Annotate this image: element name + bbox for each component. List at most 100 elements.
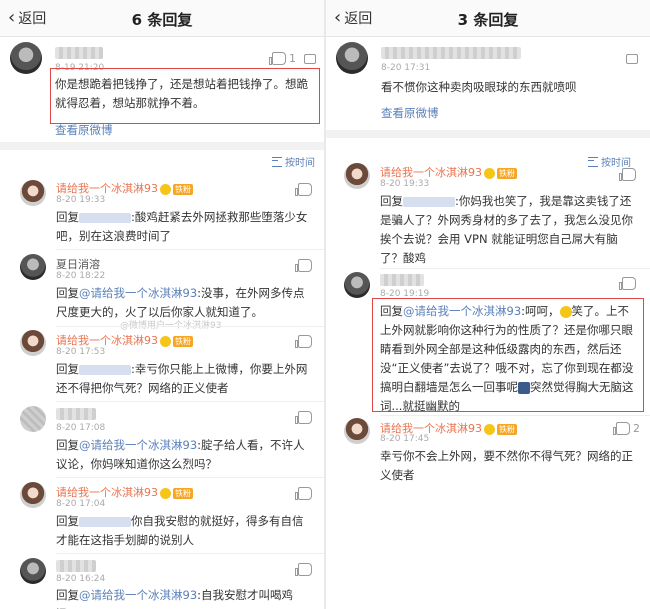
divider <box>56 249 324 250</box>
reply-icon[interactable] <box>626 54 638 64</box>
reply-text: 回复@请给我一个冰淇淋93:没事，在外网多传点尺度更大的，火了以后你家人就知道了… <box>56 284 314 322</box>
reply-text: 回复:酸鸡赶紧去外网拯救那些堕落少女吧，别在这浪费时间了 <box>56 208 314 246</box>
avatar[interactable] <box>20 180 46 206</box>
like-button[interactable] <box>295 335 312 348</box>
thumb-up-icon <box>295 259 312 272</box>
sort-icon <box>588 156 598 167</box>
reply-time: 8-20 17:08 <box>56 423 106 433</box>
avatar[interactable] <box>20 406 46 432</box>
reply-icon[interactable] <box>304 54 316 64</box>
reply-time: 8-20 17:45 <box>380 434 430 444</box>
reply-time: 8-20 19:33 <box>380 179 430 189</box>
reply-prefix: 回复 <box>56 362 79 376</box>
avatar[interactable] <box>20 254 46 280</box>
avatar[interactable] <box>344 163 370 189</box>
like-button[interactable] <box>619 168 636 181</box>
mention-blurred <box>79 212 131 223</box>
username-blurred <box>56 560 96 572</box>
like-button[interactable] <box>295 563 312 576</box>
vip-crown-icon <box>160 183 171 195</box>
reply-author[interactable]: 请给我一个冰淇淋93 铁粉 <box>56 180 193 196</box>
divider <box>380 268 650 269</box>
fan-badge: 铁粉 <box>173 487 193 499</box>
thumb-up-icon <box>295 411 312 424</box>
like-button[interactable] <box>295 487 312 500</box>
thumb-up-icon <box>295 487 312 500</box>
reply-author[interactable]: 请给我一个冰淇淋93 铁粉 <box>56 484 193 500</box>
thumb-up-icon <box>295 563 312 576</box>
like-button[interactable]: 2 <box>613 422 640 435</box>
username-blurred <box>381 47 521 59</box>
reply-text: 回复:你妈我也笑了，我是靠这卖钱了还是骗人了？外网秀身材的多了去了，我怎么没见你… <box>380 192 640 268</box>
username-blurred <box>380 274 424 286</box>
avatar[interactable] <box>336 42 368 74</box>
left-pane: ‹ 返回 6 条回复 8-19 21:20 1 你是想跪着把钱挣了，还是想站着把… <box>0 0 324 609</box>
mention-link[interactable]: @请给我一个冰淇淋93 <box>403 304 521 318</box>
mention-link[interactable]: @请给我一个冰淇淋93 <box>79 588 197 602</box>
reply-time: 8-20 16:24 <box>56 574 106 584</box>
view-original-link[interactable]: 查看原微博 <box>381 105 439 121</box>
reply-text: 幸亏你不会上外网，要不然你不得气死？网络的正义使者 <box>380 449 633 482</box>
reply-prefix: 回复 <box>380 304 403 318</box>
author-name: 请给我一个冰淇淋93 <box>56 182 158 195</box>
reply-prefix: 回复 <box>56 438 79 452</box>
section-separator <box>326 130 650 138</box>
page-title: 6 条回复 <box>131 11 193 29</box>
nav-bar: ‹ 返回 6 条回复 <box>0 0 324 37</box>
reply-author[interactable]: 请给我一个冰淇淋93 铁粉 <box>56 332 193 348</box>
fan-badge: 铁粉 <box>497 167 517 179</box>
divider <box>56 553 324 554</box>
thumb-up-icon <box>295 335 312 348</box>
sort-button[interactable]: 按时间 <box>588 154 631 169</box>
like-count: 1 <box>289 52 296 65</box>
avatar[interactable] <box>10 42 42 74</box>
nav-bar: ‹ 返回 3 条回复 <box>326 0 650 37</box>
like-button[interactable] <box>295 411 312 424</box>
reply-text: 回复:幸亏你只能上上微博，你要上外网还不得把你气死？网络的正义使者 <box>56 360 314 398</box>
reply-time: 8-20 19:33 <box>56 195 106 205</box>
mention-link[interactable]: @请给我一个冰淇淋93 <box>79 286 197 300</box>
reply-text: 回复 你自我安慰的就挺好，得多有自信才能在这指手划脚的说别人 <box>56 512 314 550</box>
like-button[interactable]: 1 <box>269 52 296 65</box>
thumb-up-icon <box>619 168 636 181</box>
thumb-up-icon <box>613 422 630 435</box>
like-count: 2 <box>633 422 640 435</box>
watermark: @微博用户一个冰淇淋93 <box>120 321 222 331</box>
reply-author[interactable]: 请给我一个冰淇淋93 铁粉 <box>380 164 517 180</box>
vip-crown-icon <box>160 335 171 347</box>
sort-label: 按时间 <box>285 158 315 169</box>
sort-button[interactable]: 按时间 <box>272 154 315 169</box>
like-button[interactable] <box>295 259 312 272</box>
avatar[interactable] <box>344 418 370 444</box>
reply-prefix: 回复 <box>56 588 79 602</box>
avatar[interactable] <box>20 558 46 584</box>
thumb-up-icon <box>295 183 312 196</box>
fan-badge: 铁粉 <box>497 423 517 435</box>
username-blurred <box>56 408 96 420</box>
author-name: 请给我一个冰淇淋93 <box>56 486 158 499</box>
like-button[interactable] <box>619 277 636 290</box>
comment-time: 8-20 17:31 <box>381 63 431 73</box>
screenshot: ‹ 返回 6 条回复 8-19 21:20 1 你是想跪着把钱挣了，还是想站着把… <box>0 0 650 609</box>
page-title: 3 条回复 <box>457 11 519 29</box>
avatar[interactable] <box>20 330 46 356</box>
reply-time: 8-20 18:22 <box>56 271 106 281</box>
reply-time: 8-20 17:53 <box>56 347 106 357</box>
avatar[interactable] <box>20 482 46 508</box>
mention-link[interactable]: @请给我一个冰淇淋93 <box>79 438 197 452</box>
author-name: 请给我一个冰淇淋93 <box>380 166 482 179</box>
section-separator <box>0 142 324 150</box>
fan-badge: 铁粉 <box>173 183 193 195</box>
divider <box>56 401 324 402</box>
like-button[interactable] <box>295 183 312 196</box>
avatar[interactable] <box>344 272 370 298</box>
reply-author[interactable]: 夏日消溶 <box>56 256 100 272</box>
thumb-up-icon <box>269 52 286 65</box>
sort-icon <box>272 156 282 167</box>
reply-prefix: 回复 <box>56 286 79 300</box>
reply-text: 回复@请给我一个冰淇淋93:呵呵， 笑了。上不上外网就影响你这种行为的性质了？还是… <box>380 302 638 416</box>
fan-badge: 铁粉 <box>173 335 193 347</box>
view-original-link[interactable]: 查看原微博 <box>55 122 113 138</box>
right-pane: ‹ 返回 3 条回复 8-20 17:31 看不惯你这种卖肉吸眼球的东西就喷呗 … <box>326 0 650 609</box>
reply-body: :呵呵， <box>521 304 560 318</box>
